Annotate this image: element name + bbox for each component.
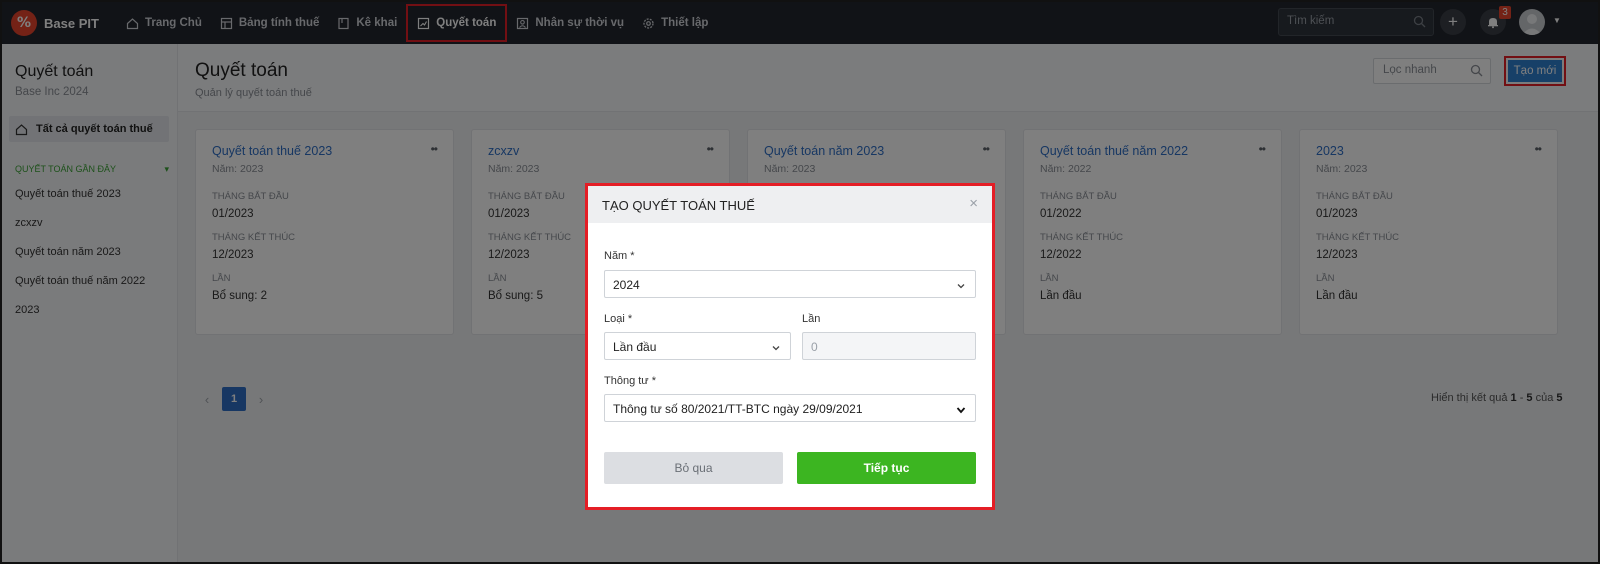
circular-value: Thông tư số 80/2021/TT-BTC ngày 29/09/20…: [613, 402, 863, 416]
chevron-down-icon: [956, 404, 966, 418]
times-placeholder: 0: [811, 340, 818, 354]
circular-label: Thông tư *: [604, 375, 657, 387]
type-label: Loại *: [604, 313, 633, 325]
app-window: % Base PIT Trang Chủ Bảng tính thuế Kê k…: [0, 0, 1600, 564]
year-value: 2024: [613, 278, 640, 292]
year-select[interactable]: 2024: [604, 270, 976, 298]
modal-title: TẠO QUYẾT TOÁN THUẾ: [602, 198, 755, 213]
type-value: Lần đầu: [613, 340, 657, 354]
close-icon[interactable]: ×: [969, 195, 978, 212]
continue-button[interactable]: Tiếp tục: [797, 452, 976, 484]
create-settlement-modal: TẠO QUYẾT TOÁN THUẾ × Năm * 2024 Loại * …: [585, 183, 995, 510]
chevron-down-icon: [956, 280, 966, 294]
circular-select[interactable]: Thông tư số 80/2021/TT-BTC ngày 29/09/20…: [604, 394, 976, 422]
times-input[interactable]: 0: [802, 332, 976, 360]
cancel-button[interactable]: Bỏ qua: [604, 452, 783, 484]
times-field-label: Lần: [802, 313, 821, 325]
chevron-down-icon: [771, 342, 781, 356]
year-label: Năm *: [604, 250, 635, 262]
type-select[interactable]: Lần đầu: [604, 332, 791, 360]
modal-header: TẠO QUYẾT TOÁN THUẾ ×: [588, 186, 992, 223]
